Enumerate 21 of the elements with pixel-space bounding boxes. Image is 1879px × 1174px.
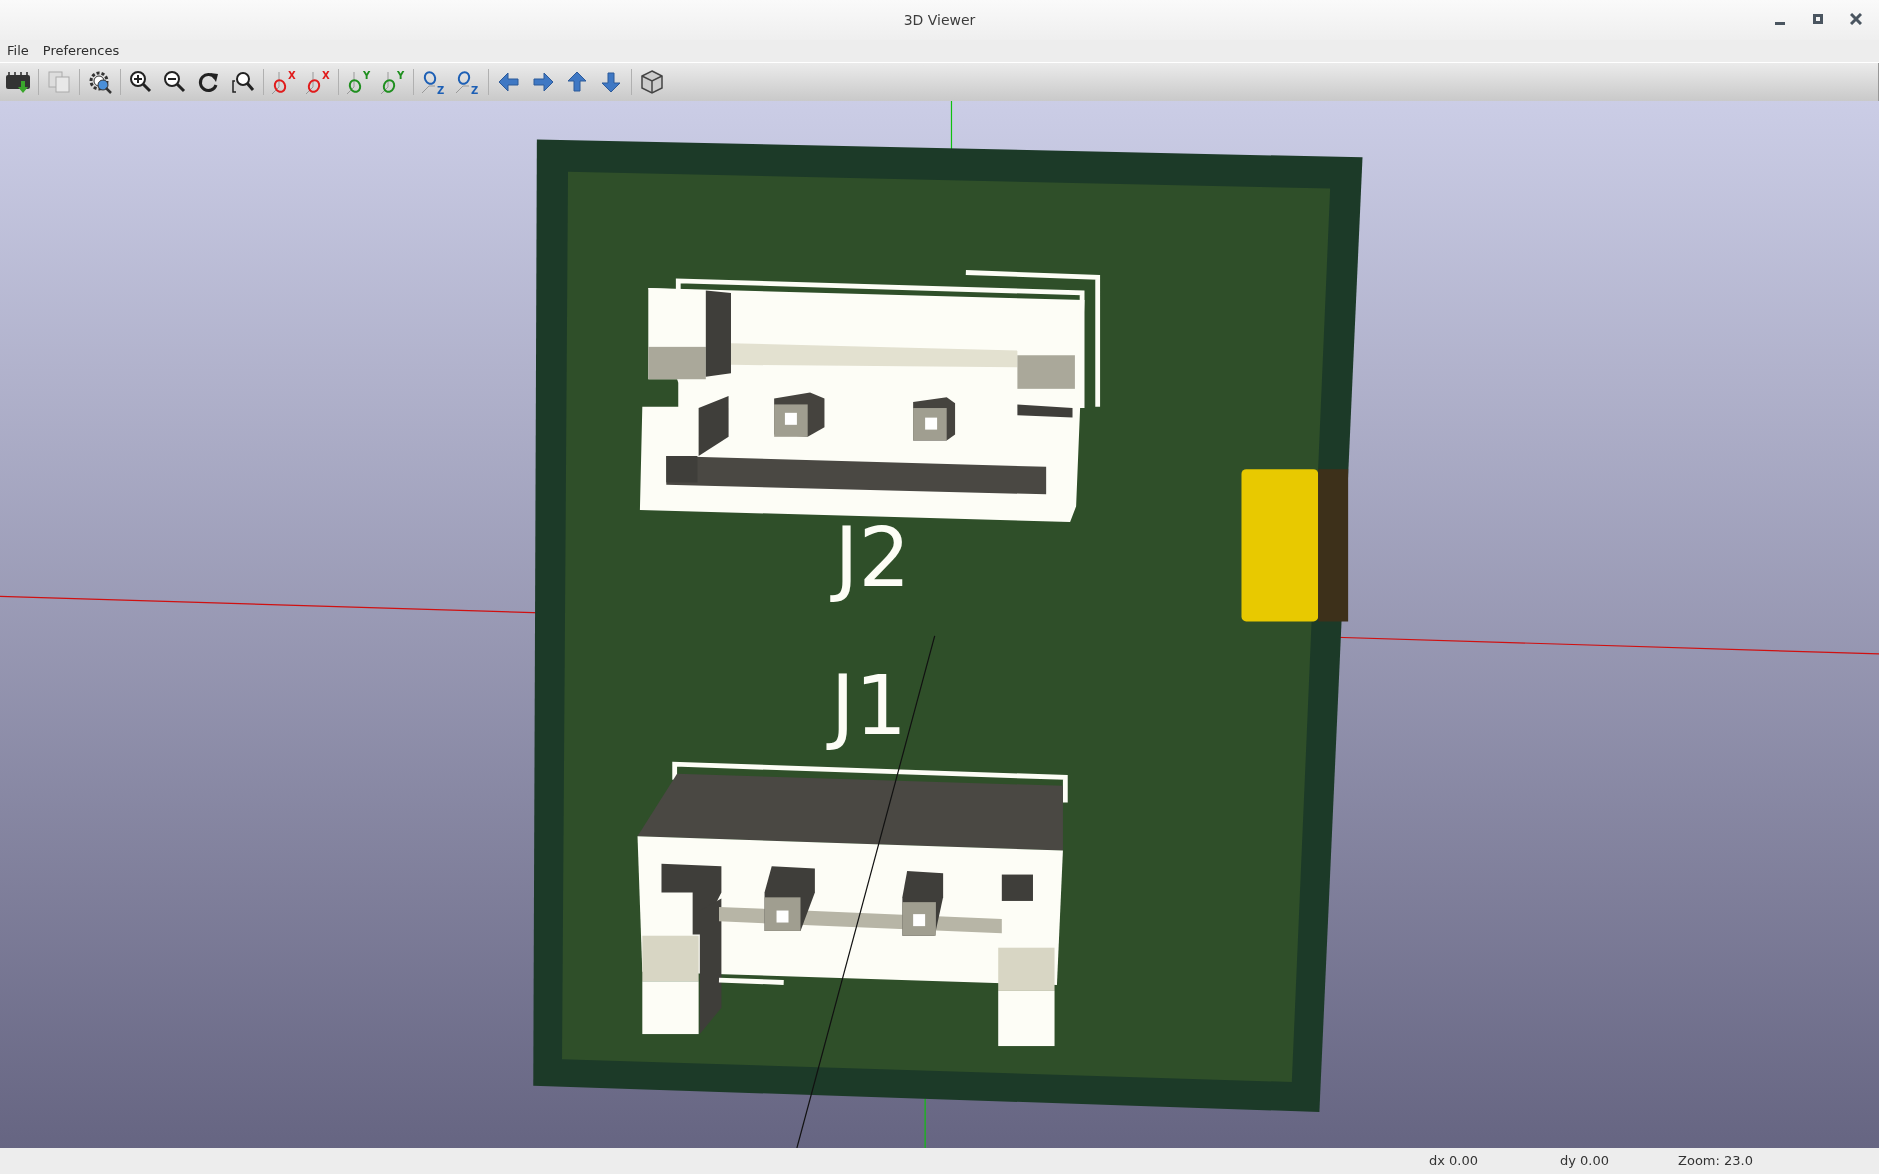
zoom-in-icon [128, 69, 154, 95]
cube-icon [639, 69, 665, 95]
menu-item[interactable]: Preferences [37, 41, 125, 61]
close-button[interactable] [1847, 10, 1865, 28]
status-text: Zoom: 23.0 [1677, 1152, 1754, 1171]
status-text: dy 0.00 [1559, 1152, 1610, 1171]
zoom-out-icon [162, 69, 188, 95]
copy-icon [46, 69, 72, 95]
toolbar-button[interactable]: Y [345, 67, 373, 97]
toolbar-button[interactable]: X [270, 67, 298, 97]
toolbar-button[interactable]: Z [420, 67, 448, 97]
window-title: 3D Viewer [903, 10, 976, 30]
toolbar-button[interactable]: Y [379, 67, 407, 97]
toolbar-button[interactable] [638, 67, 666, 97]
settings-icon [87, 69, 113, 95]
board-export-icon [5, 69, 31, 95]
toolbar-button[interactable]: X [304, 67, 332, 97]
toolbar-button[interactable]: Z [454, 67, 482, 97]
status-text: dx 0.00 [1428, 1152, 1479, 1171]
menu-item[interactable]: File [2, 41, 34, 61]
zoom-fit-icon [230, 69, 256, 95]
